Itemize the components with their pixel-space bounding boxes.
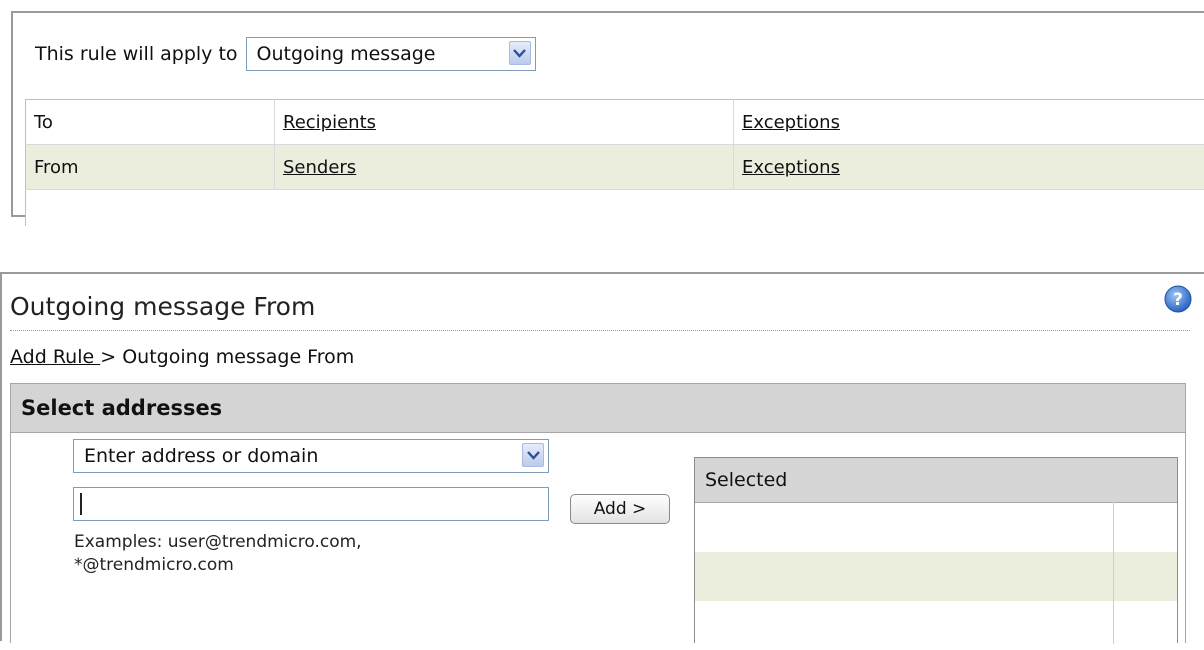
examples-line-2: *@trendmicro.com bbox=[74, 554, 362, 577]
examples-text: Examples: user@trendmicro.com, *@trendmi… bbox=[74, 531, 362, 577]
list-item[interactable] bbox=[695, 503, 1177, 552]
selected-header: Selected bbox=[695, 458, 1177, 503]
breadcrumb-current: > Outgoing message From bbox=[100, 346, 354, 368]
row-direction: To bbox=[26, 100, 275, 145]
select-addresses-body: Enter address or domain Examples: user@t… bbox=[10, 433, 1186, 643]
address-type-select[interactable]: Enter address or domain bbox=[73, 439, 549, 473]
breadcrumb: Add Rule > Outgoing message From bbox=[10, 346, 354, 368]
apply-to-select[interactable]: Outgoing message bbox=[246, 37, 536, 71]
help-icon[interactable]: ? bbox=[1163, 284, 1193, 314]
apply-label: This rule will apply to bbox=[35, 43, 238, 65]
table-row: To Recipients Exceptions bbox=[26, 100, 1204, 145]
outgoing-from-panel: Outgoing message From ? Add Rule > Outgo… bbox=[0, 272, 1204, 641]
address-type-select-value: Enter address or domain bbox=[84, 445, 318, 467]
recipients-link[interactable]: Recipients bbox=[283, 112, 376, 133]
svg-text:?: ? bbox=[1173, 290, 1183, 310]
breadcrumb-add-rule-link[interactable]: Add Rule bbox=[10, 346, 100, 368]
rule-overview-panel: This rule will apply to Outgoing message… bbox=[11, 11, 1204, 217]
table-row: From Senders Exceptions bbox=[26, 145, 1204, 190]
rule-table: To Recipients Exceptions From Senders Ex… bbox=[25, 99, 1204, 226]
text-caret bbox=[80, 493, 82, 515]
list-item[interactable] bbox=[695, 601, 1177, 650]
to-exceptions-link[interactable]: Exceptions bbox=[742, 112, 840, 133]
title-divider bbox=[10, 330, 1190, 331]
from-exceptions-link[interactable]: Exceptions bbox=[742, 157, 840, 178]
table-row-empty bbox=[26, 190, 1204, 227]
address-input[interactable] bbox=[73, 487, 549, 521]
examples-line-1: Examples: user@trendmicro.com, bbox=[74, 531, 362, 554]
row-direction: From bbox=[26, 145, 275, 190]
apply-row: This rule will apply to Outgoing message bbox=[35, 37, 536, 71]
add-button[interactable]: Add > bbox=[570, 494, 670, 524]
section-header: Select addresses bbox=[10, 383, 1186, 433]
chevron-down-icon[interactable] bbox=[522, 443, 544, 467]
list-scrollbar-track[interactable] bbox=[1113, 502, 1114, 644]
selected-list[interactable]: Selected bbox=[694, 457, 1178, 643]
chevron-down-icon[interactable] bbox=[509, 41, 531, 65]
list-item[interactable] bbox=[695, 552, 1177, 601]
page-title: Outgoing message From bbox=[10, 292, 315, 321]
senders-link[interactable]: Senders bbox=[283, 157, 356, 178]
apply-to-select-value: Outgoing message bbox=[257, 43, 436, 65]
